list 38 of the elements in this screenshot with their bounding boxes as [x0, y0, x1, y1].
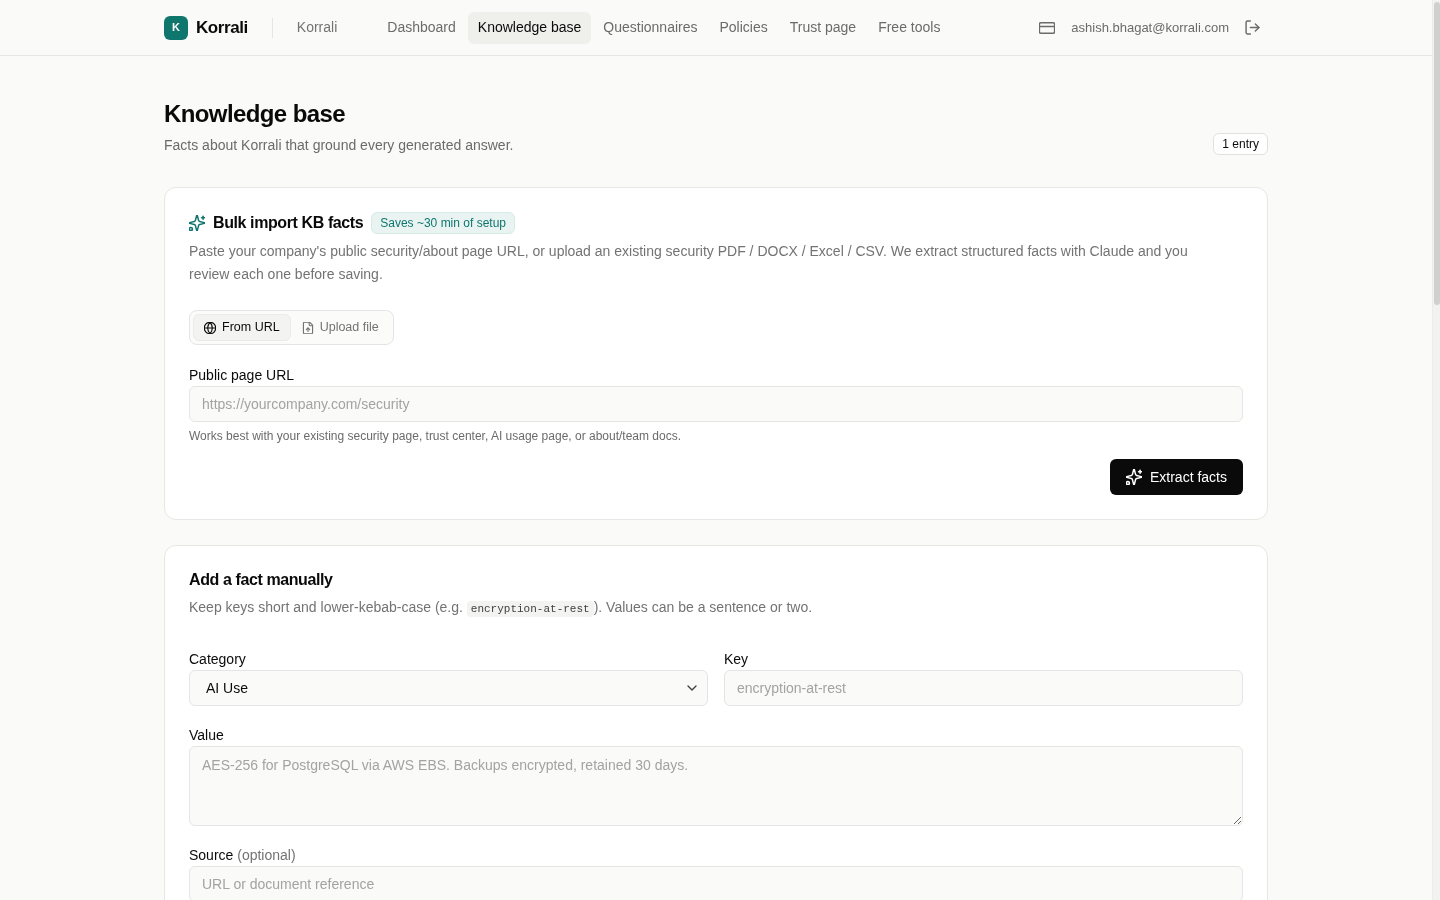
field-label: Public page URL — [189, 366, 296, 385]
nav-link[interactable]: Questionnaires — [593, 11, 708, 44]
nav-link[interactable]: Policies — [709, 11, 778, 44]
field-help: Works best with your existing security page, trust center, AI usage page, or about/team docs. — [189, 428, 683, 444]
scrollbar-thumb[interactable] — [1433, 2, 1440, 305]
section-title: Add a fact manually — [189, 570, 334, 590]
page-title: Knowledge base — [164, 99, 346, 129]
source-tab[interactable]: From URL — [193, 314, 291, 341]
category-select[interactable]: AI Use — [189, 670, 708, 706]
sparkles-icon — [189, 215, 205, 231]
field-label: Key — [724, 650, 750, 669]
nav-link[interactable]: Free tools — [868, 11, 951, 44]
url-input[interactable]: https://yourcompany.com/security — [189, 386, 1243, 422]
extract-facts-button[interactable]: Extract facts — [1109, 459, 1243, 495]
section-description: Paste your company's public security/about page URL, or upload an existing security PDF / DOCX / Excel / CSV. We extract structured facts with Claude and you review each one before saving. — [189, 242, 1189, 284]
globe-icon — [204, 321, 216, 334]
text-input[interactable]: encryption-at-rest — [724, 670, 1243, 706]
field-label: Value — [189, 726, 225, 745]
card-icon[interactable] — [1039, 19, 1056, 36]
user-email: ashish.bhagat@korrali.com — [1071, 18, 1229, 37]
entry-count-badge: 1 entry — [1213, 133, 1268, 155]
value-textarea[interactable]: AES-256 for PostgreSQL via AWS EBS. Backups encrypted, retained 30 days. — [189, 746, 1243, 826]
source-tab[interactable]: Upload file — [290, 314, 390, 341]
workspace-name: Korrali — [296, 18, 338, 37]
field-label: Source (optional) — [189, 846, 297, 865]
brand-name: Korrali — [196, 16, 248, 39]
logo-mark: K — [164, 15, 188, 40]
nav-link[interactable]: Knowledge base — [467, 11, 592, 44]
field-label: Category — [189, 650, 247, 669]
nav-link[interactable]: Trust page — [779, 11, 867, 44]
text-input[interactable]: URL or document reference — [189, 866, 1243, 900]
page-subtitle: Facts about Korrali that ground every generated answer. — [164, 136, 514, 155]
section-title: Bulk import KB facts — [213, 213, 364, 233]
file-upload-icon — [301, 321, 314, 334]
sparkles-icon — [1125, 469, 1142, 485]
nav-link[interactable]: Dashboard — [377, 11, 466, 44]
savings-badge: Saves ~30 min of setup — [371, 212, 515, 234]
section-description: Keep keys short and lower-kebab-case (e.g. encryption-at-rest ). Values can be a sentence or two. — [189, 598, 814, 619]
